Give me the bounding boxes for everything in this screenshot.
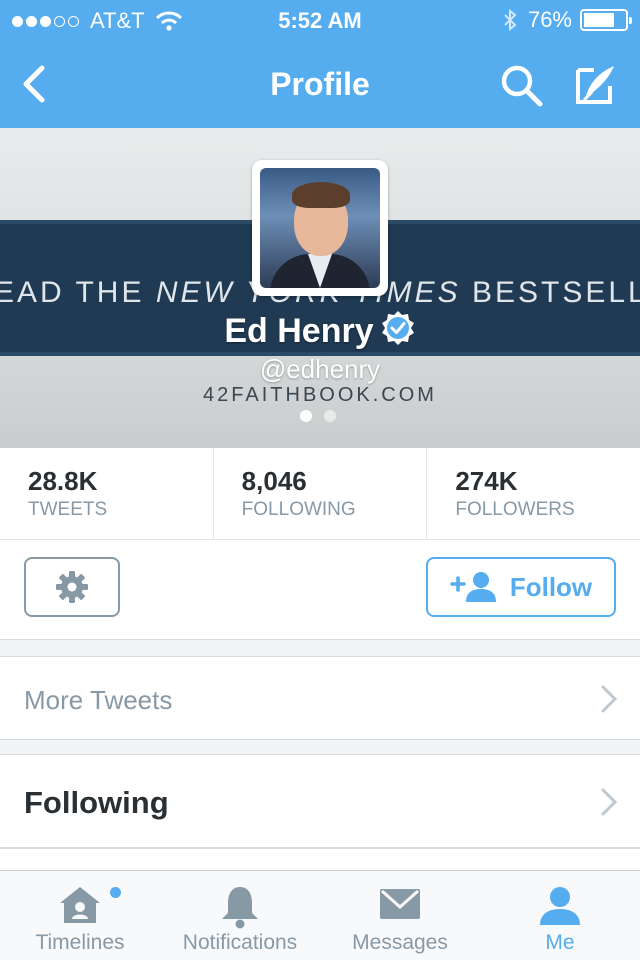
stat-label: FOLLOWERS	[455, 499, 575, 520]
stat-following[interactable]: 8,046 FOLLOWING	[214, 448, 428, 539]
more-tweets-row[interactable]: More Tweets	[0, 656, 640, 740]
stat-label: FOLLOWING	[241, 499, 356, 520]
tab-bar: Timelines Notifications Messages Me	[0, 870, 640, 960]
chevron-right-icon	[601, 685, 618, 713]
stat-followers[interactable]: 274K FOLLOWERS	[427, 448, 640, 539]
envelope-icon	[380, 889, 420, 919]
banner-text-post: BESTSELLER!	[471, 276, 640, 309]
avatar-photo	[260, 168, 380, 288]
tab-label: Timelines	[35, 931, 125, 954]
status-bar: AT&T 5:52 AM 76%	[0, 0, 640, 40]
stat-value: 28.8K	[28, 466, 98, 496]
person-icon	[540, 887, 580, 925]
following-label: Following	[24, 785, 169, 820]
status-right: 76%	[502, 7, 632, 33]
search-icon[interactable]	[498, 62, 546, 108]
follow-button[interactable]: Follow	[426, 557, 616, 617]
gear-icon	[56, 571, 88, 603]
tab-notifications[interactable]: Notifications	[160, 871, 320, 960]
profile-header: EAD THE NEW YORK TIMES BESTSELLER! Ed He…	[0, 128, 640, 448]
bell-icon	[222, 887, 258, 929]
verified-badge-icon	[381, 311, 414, 345]
tab-timelines[interactable]: Timelines	[0, 871, 160, 960]
display-name: Ed Henry	[0, 310, 640, 351]
following-row[interactable]: Following	[0, 754, 640, 848]
banner-text-pre: EAD THE	[0, 276, 145, 309]
stat-label: TWEETS	[28, 499, 108, 520]
settings-button[interactable]	[24, 557, 120, 617]
new-content-dot	[110, 887, 121, 898]
tab-label: Messages	[352, 931, 448, 954]
header-page-indicator[interactable]	[300, 410, 348, 422]
bluetooth-icon	[504, 8, 517, 32]
tab-messages[interactable]: Messages	[320, 871, 480, 960]
tab-label: Me	[545, 931, 575, 954]
handle: @edhenry	[259, 354, 381, 384]
page-dot	[324, 410, 336, 422]
stat-value: 274K	[455, 466, 518, 496]
display-name-text: Ed Henry	[224, 312, 374, 350]
top-bar: AT&T 5:52 AM 76% Profile	[0, 0, 640, 128]
tab-me[interactable]: Me	[480, 871, 640, 960]
follow-button-label: Follow	[509, 571, 593, 602]
stat-value: 8,046	[241, 466, 307, 496]
tab-label: Notifications	[182, 931, 298, 954]
website-link[interactable]: 42FAITHBOOK.COM	[0, 384, 640, 407]
battery-icon	[580, 9, 632, 31]
avatar[interactable]	[252, 160, 388, 296]
compose-icon[interactable]	[572, 62, 620, 108]
battery-percent: 76%	[527, 7, 572, 32]
profile-stats: 28.8K TWEETS 8,046 FOLLOWING 274K FOLLOW…	[0, 448, 640, 540]
home-icon	[60, 887, 100, 923]
profile-actions: Follow	[0, 540, 640, 640]
add-user-icon	[450, 572, 496, 602]
stat-tweets[interactable]: 28.8K TWEETS	[0, 448, 214, 539]
page-dot-active	[300, 410, 312, 422]
more-tweets-label: More Tweets	[24, 685, 173, 715]
chevron-right-icon	[601, 788, 618, 816]
